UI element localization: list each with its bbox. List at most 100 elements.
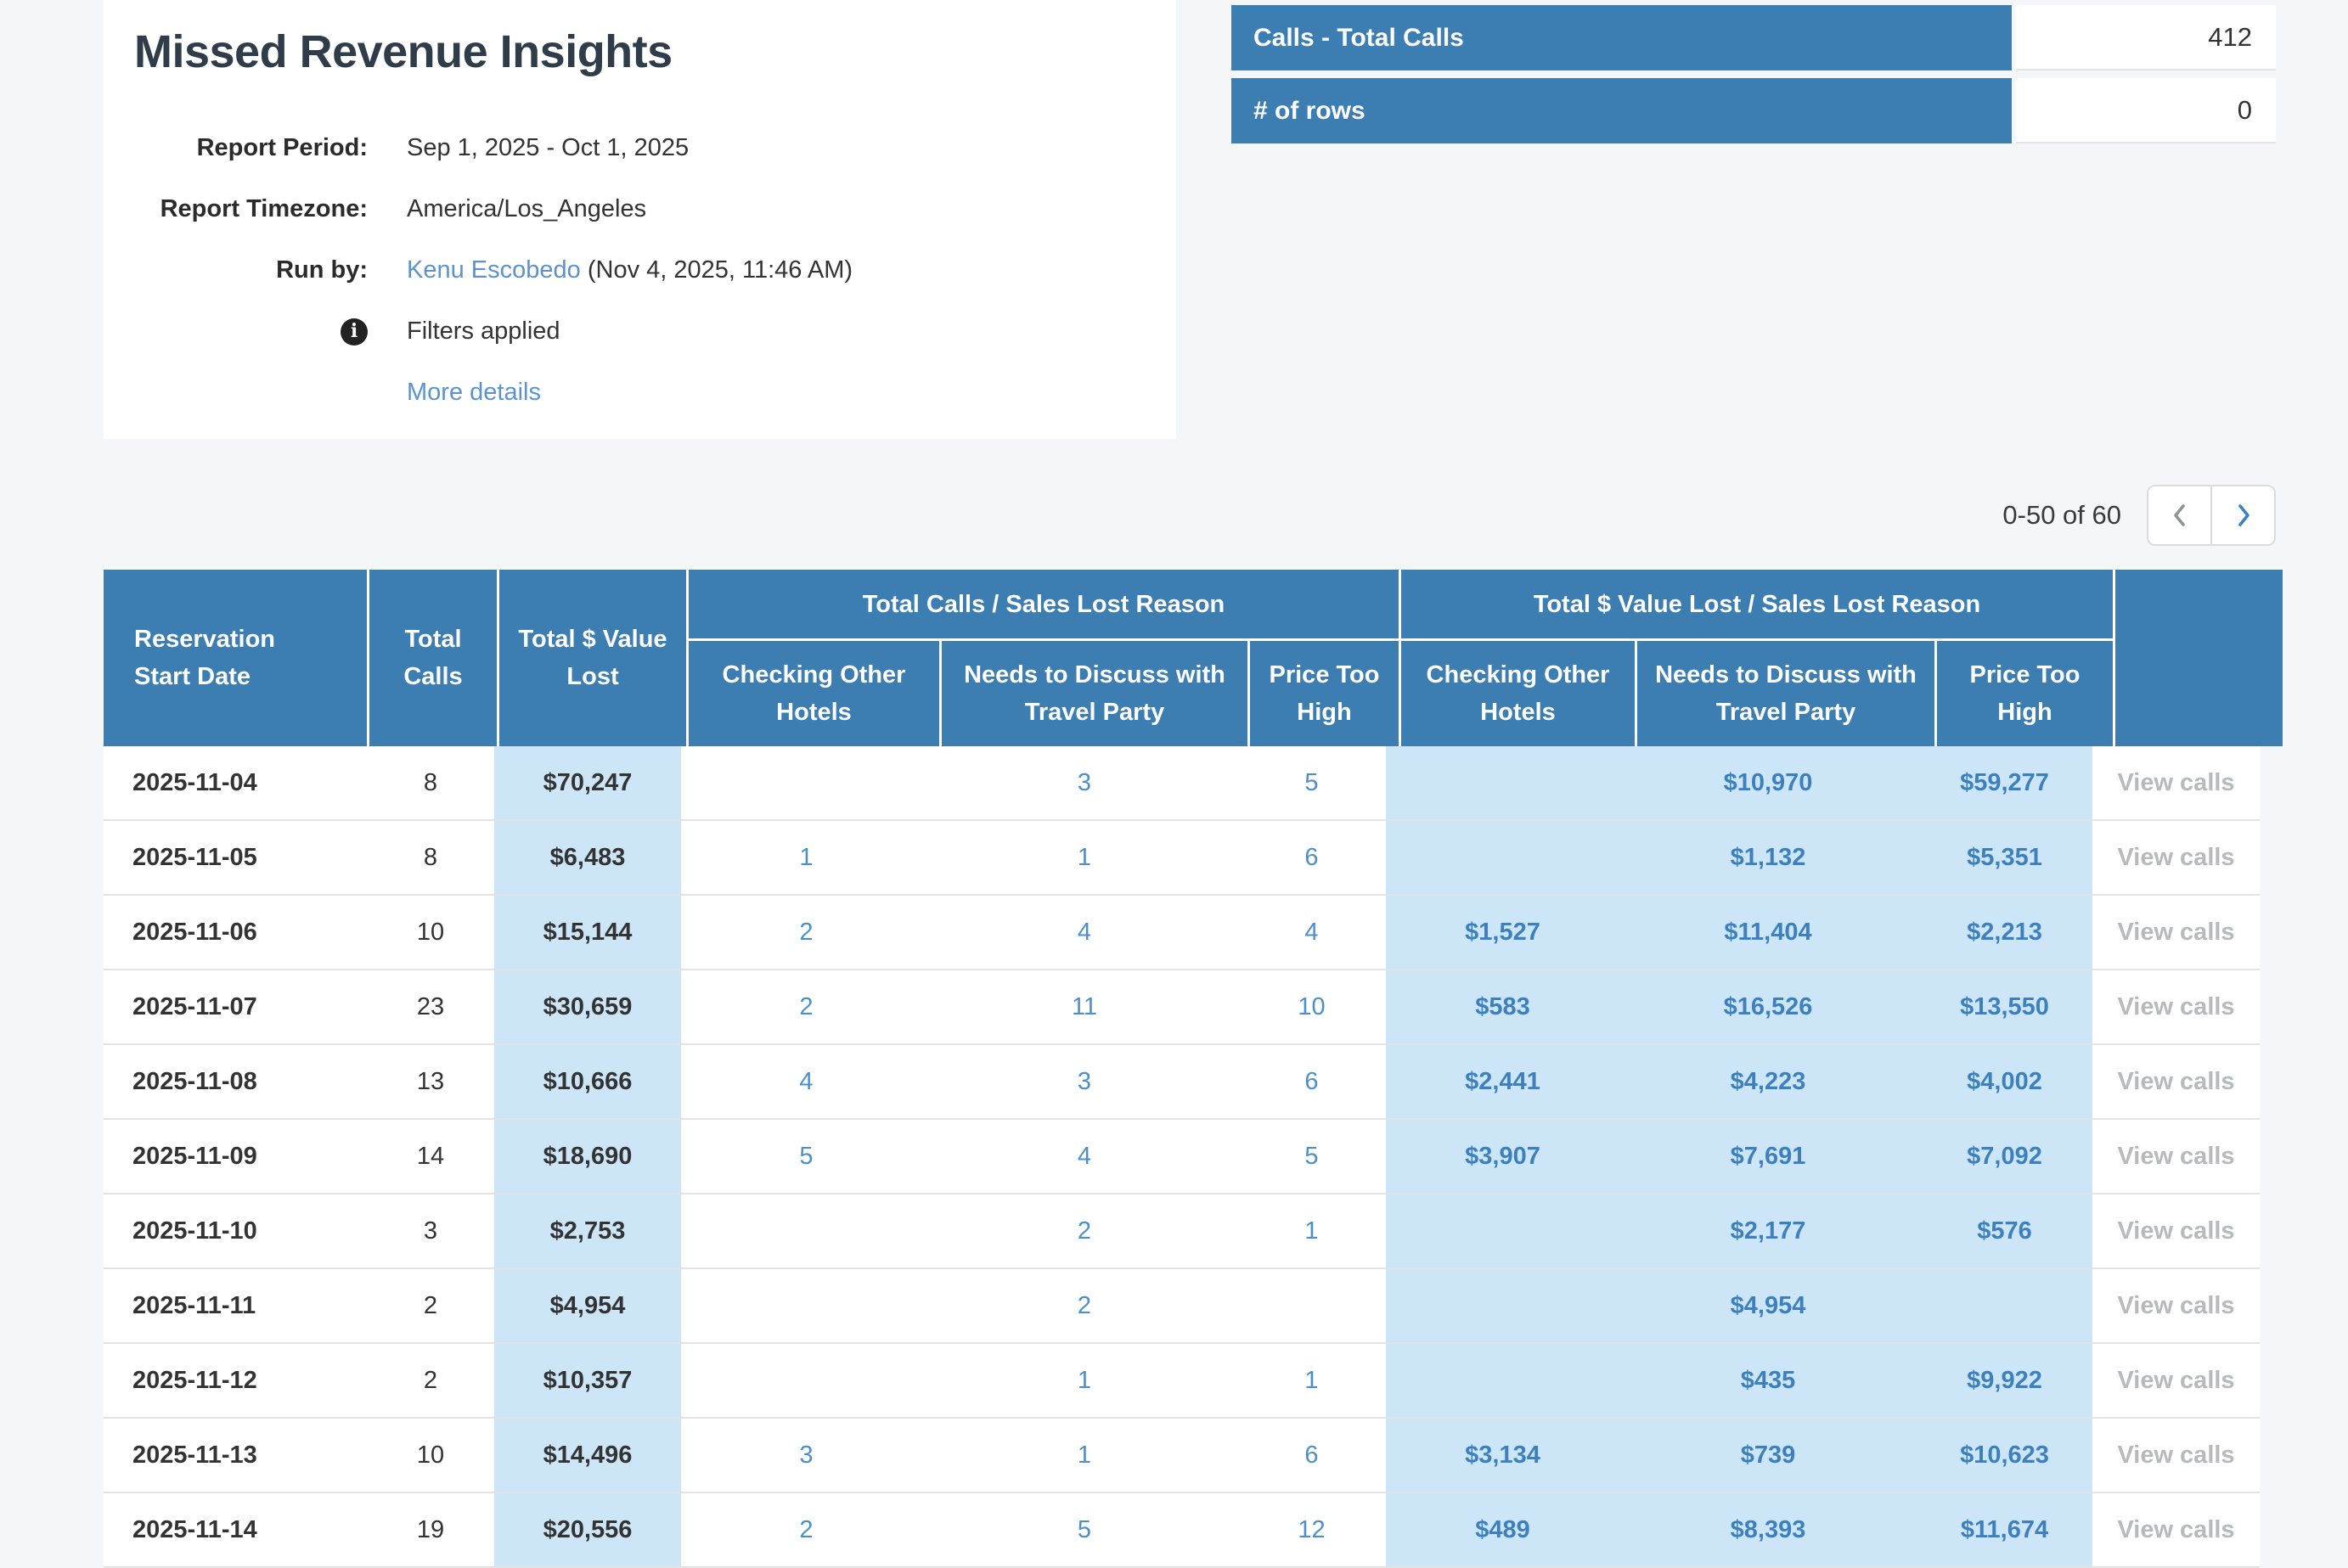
calls-lost-reason-link[interactable]: 6 [1304,1442,1318,1470]
value-lost-reason-link[interactable]: $489 [1475,1516,1530,1544]
calls-lost-reason-link[interactable]: 6 [1304,844,1318,872]
view-calls-link[interactable]: View calls [2117,1442,2234,1470]
header-calls-price-too-high: Price Too High [1250,641,1399,746]
value-lost-reason-cell [1386,821,1619,894]
calls-lost-reason-link[interactable]: 4 [1304,919,1318,947]
total-calls-cell: 3 [367,1194,494,1267]
calls-lost-reason-cell [681,1344,932,1417]
view-calls-link[interactable]: View calls [2117,1292,2234,1320]
table-row: 2025-11-112$4,9542$4,954View calls [104,1269,2260,1344]
value-lost-reason-link[interactable]: $59,277 [1960,769,2049,797]
value-lost-reason-link[interactable]: $13,550 [1960,993,2049,1021]
table-row: 2025-11-058$6,483116$1,132$5,351View cal… [104,821,2260,896]
value-lost-reason-link[interactable]: $5,351 [1967,844,2042,872]
calls-lost-reason-link[interactable]: 1 [1078,1367,1091,1395]
calls-lost-reason-link[interactable]: 4 [1078,1143,1091,1171]
value-lost-reason-link[interactable]: $435 [1741,1367,1796,1395]
view-calls-link[interactable]: View calls [2117,1217,2234,1245]
calls-lost-reason-link[interactable]: 5 [799,1143,813,1171]
value-lost-reason-cell: $1,132 [1619,821,1917,894]
value-lost-reason-link[interactable]: $9,922 [1967,1367,2042,1395]
calls-lost-reason-cell: 4 [932,896,1237,969]
value-lost-reason-link[interactable]: $8,393 [1731,1516,1806,1544]
total-calls-cell: 10 [367,896,494,969]
calls-lost-reason-link[interactable]: 2 [1078,1292,1091,1320]
value-lost-reason-cell: $11,404 [1619,896,1917,969]
view-calls-link[interactable]: View calls [2117,1143,2234,1171]
info-icon[interactable]: i [341,318,368,346]
value-lost-reason-cell: $7,092 [1917,1120,2092,1193]
value-lost-reason-link[interactable]: $7,092 [1967,1143,2042,1171]
value-lost-reason-link[interactable]: $10,623 [1960,1442,2049,1470]
calls-lost-reason-link[interactable]: 4 [799,1068,813,1096]
value-lost-reason-link[interactable]: $4,002 [1967,1068,2042,1096]
prev-page-button[interactable] [2148,486,2210,544]
reservation-date-cell: 2025-11-13 [104,1419,367,1492]
calls-lost-reason-link[interactable]: 1 [1304,1367,1318,1395]
calls-lost-reason-link[interactable]: 2 [799,993,813,1021]
calls-lost-reason-cell: 12 [1237,1493,1386,1566]
calls-lost-reason-cell: 1 [932,821,1237,894]
value-lost-reason-link[interactable]: $1,132 [1731,844,1806,872]
calls-lost-reason-cell: 1 [1237,1344,1386,1417]
calls-lost-reason-link[interactable]: 3 [799,1442,813,1470]
value-lost-reason-link[interactable]: $4,223 [1731,1068,1806,1096]
view-calls-link[interactable]: View calls [2117,844,2234,872]
calls-lost-reason-link[interactable]: 2 [799,1516,813,1544]
value-lost-reason-link[interactable]: $11,674 [1961,1516,2048,1544]
view-calls-link[interactable]: View calls [2117,769,2234,797]
run-by-user-link[interactable]: Kenu Escobedo [407,256,581,284]
more-details-link[interactable]: More details [407,379,541,406]
value-lost-reason-link[interactable]: $576 [1977,1217,2032,1245]
view-calls-cell: View calls [2092,1493,2260,1566]
value-lost-reason-link[interactable]: $2,441 [1465,1068,1540,1096]
calls-lost-reason-cell: 4 [932,1120,1237,1193]
calls-lost-reason-link[interactable]: 10 [1298,993,1325,1021]
view-calls-link[interactable]: View calls [2117,993,2234,1021]
calls-lost-reason-link[interactable]: 4 [1078,919,1091,947]
calls-lost-reason-link[interactable]: 2 [1078,1217,1091,1245]
calls-lost-reason-cell: 5 [681,1120,932,1193]
header-calls-needs-to-discuss: Needs to Discuss with Travel Party [942,641,1247,746]
reservation-date-cell: 2025-11-06 [104,896,367,969]
value-lost-reason-link[interactable]: $1,527 [1465,919,1540,947]
value-lost-reason-cell: $13,550 [1917,970,2092,1043]
calls-lost-reason-link[interactable]: 2 [799,919,813,947]
view-calls-link[interactable]: View calls [2117,919,2234,947]
value-lost-reason-link[interactable]: $3,907 [1465,1143,1540,1171]
calls-lost-reason-link[interactable]: 11 [1072,993,1097,1021]
calls-lost-reason-link[interactable]: 1 [1078,844,1091,872]
value-lost-reason-link[interactable]: $11,404 [1724,919,1811,947]
value-lost-reason-link[interactable]: $16,526 [1724,993,1813,1021]
calls-lost-reason-link[interactable]: 1 [1304,1217,1318,1245]
table-row: 2025-11-0723$30,65921110$583$16,526$13,5… [104,970,2260,1045]
next-page-button[interactable] [2210,486,2274,544]
view-calls-link[interactable]: View calls [2117,1367,2234,1395]
calls-lost-reason-link[interactable]: 6 [1304,1068,1318,1096]
calls-lost-reason-link[interactable]: 5 [1304,1143,1318,1171]
view-calls-link[interactable]: View calls [2117,1068,2234,1096]
calls-lost-reason-cell: 5 [1237,1120,1386,1193]
calls-lost-reason-link[interactable]: 5 [1304,769,1318,797]
calls-lost-reason-link[interactable]: 5 [1078,1516,1091,1544]
calls-lost-reason-link[interactable]: 3 [1078,769,1091,797]
calls-lost-reason-link[interactable]: 1 [1078,1442,1091,1470]
calls-lost-reason-cell: 6 [1237,1045,1386,1118]
value-lost-reason-link[interactable]: $3,134 [1465,1442,1540,1470]
value-lost-reason-link[interactable]: $4,954 [1731,1292,1806,1320]
value-lost-reason-link[interactable]: $7,691 [1731,1143,1806,1171]
value-lost-reason-link[interactable]: $10,970 [1724,769,1813,797]
calls-lost-reason-link[interactable]: 3 [1078,1068,1091,1096]
filters-applied-text: Filters applied [407,314,560,349]
total-value-lost-cell: $4,954 [494,1269,681,1342]
value-lost-reason-link[interactable]: $583 [1475,993,1530,1021]
view-calls-link[interactable]: View calls [2117,1516,2234,1544]
calls-lost-reason-link[interactable]: 1 [799,844,813,872]
value-lost-reason-link[interactable]: $739 [1741,1442,1796,1470]
view-calls-cell: View calls [2092,1120,2260,1193]
calls-lost-reason-link[interactable]: 12 [1298,1516,1325,1544]
total-value-lost-cell: $10,666 [494,1045,681,1118]
value-lost-reason-link[interactable]: $2,177 [1731,1217,1806,1245]
view-calls-cell: View calls [2092,746,2260,819]
value-lost-reason-link[interactable]: $2,213 [1967,919,2042,947]
